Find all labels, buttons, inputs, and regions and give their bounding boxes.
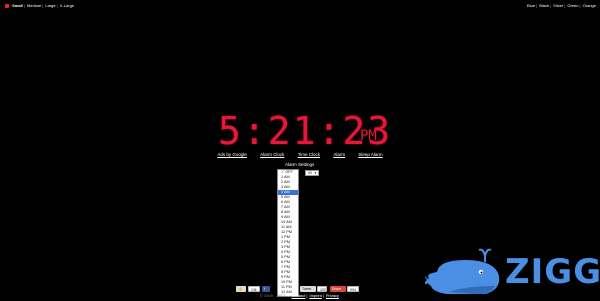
alarm-settings-title: Alarm Settings	[285, 162, 315, 167]
share-button[interactable]: Share	[330, 286, 346, 292]
share-count: 994	[347, 286, 359, 292]
color-orange-link[interactable]: Orange	[583, 3, 596, 8]
copyright-text: © 2009 - 2012	[259, 293, 286, 298]
color-silver-link[interactable]: Silver	[553, 3, 563, 8]
nav-link-ads[interactable]: Ads by Google	[217, 152, 247, 157]
alarm-minute-select[interactable]: 00 ▼	[305, 170, 319, 176]
footer-link-imprint[interactable]: Imprint	[309, 293, 321, 298]
footer-link-privacy[interactable]: Privacy	[326, 293, 339, 298]
size-xlarge-link[interactable]: X-Large	[60, 3, 74, 8]
red-square-icon	[5, 4, 9, 8]
nav-link-sleep-alarm[interactable]: Sleep Alarm	[358, 152, 382, 157]
size-medium-link[interactable]: Medium	[27, 3, 41, 8]
size-switcher: Small| Medium| Large| X-Large	[5, 3, 74, 9]
digital-clock: 5:21:23 PM	[218, 112, 392, 150]
size-large-link[interactable]: Large	[45, 3, 55, 8]
color-switcher: Blue| Black| Silver| Green| Orange	[527, 3, 596, 8]
zigg-wordmark: ZIGG	[505, 252, 600, 292]
color-black-link[interactable]: Black	[539, 3, 549, 8]
nav-link-alarm-clock[interactable]: Alarm Clock	[260, 152, 284, 157]
color-green-link[interactable]: Green	[567, 3, 578, 8]
facebook-icon[interactable]: f	[262, 286, 270, 292]
checkmark-icon: ✓	[281, 170, 285, 174]
tweet-button[interactable]: Tweet	[300, 286, 316, 292]
alarm-minute-value: 00	[308, 171, 312, 175]
nav-link-alarm[interactable]: Alarm	[333, 152, 345, 157]
alarm-hour-dropdown[interactable]: ✓OFF 1 AM 2 AM 3 AM 4 AM 5 AM 6 AM 7 AM 8 AM 9 AM…	[277, 169, 299, 297]
chevron-down-icon: ▼	[314, 171, 317, 175]
tweet-count: 432	[317, 286, 327, 292]
like-button[interactable]: 👍	[236, 286, 246, 292]
like-count: 13k	[248, 286, 260, 292]
clock-period: PM	[360, 128, 377, 144]
thumbs-up-icon: 👍	[238, 287, 243, 291]
footer-link-contact[interactable]: Contact	[292, 293, 306, 298]
color-blue-link[interactable]: Blue	[527, 3, 535, 8]
nav-link-time-clock[interactable]: Time Clock	[298, 152, 320, 157]
size-small-link[interactable]: Small	[12, 3, 23, 8]
nav-links: Ads by Google Alarm Clock Time Clock Ala…	[0, 152, 600, 158]
